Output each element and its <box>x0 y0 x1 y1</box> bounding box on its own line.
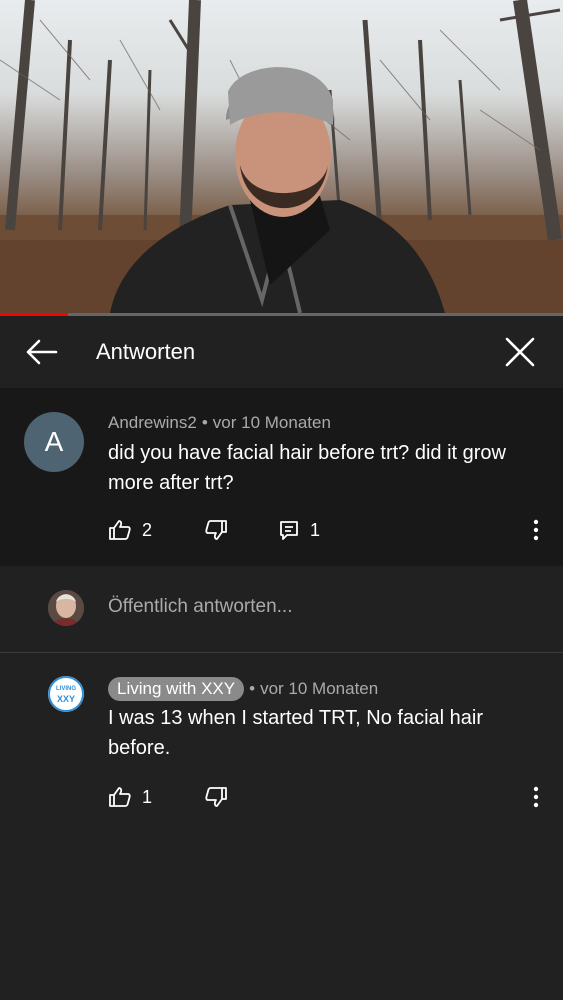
comment-more-button[interactable] <box>524 515 548 545</box>
svg-text:XXY: XXY <box>57 694 75 704</box>
page-title: Antworten <box>96 339 196 364</box>
reply-like-count: 1 <box>142 786 153 807</box>
reply-input-row: Öffentlich antworten... <box>0 566 563 653</box>
more-vertical-icon <box>533 786 539 808</box>
arrow-left-icon <box>26 339 58 365</box>
like-count: 2 <box>142 519 153 540</box>
thumb-up-icon <box>109 520 131 540</box>
original-comment: A Andrewins2 • vor 10 Monaten did you have… <box>0 388 563 566</box>
reply-comment: LIVING XXY Living with XXY • vor 10 Mona… <box>0 653 563 1000</box>
thumb-down-icon <box>205 520 227 540</box>
comment-meta: Andrewins2 • vor 10 Monaten <box>108 412 331 434</box>
comment-time: vor 10 Monaten <box>212 413 331 432</box>
user-avatar-image <box>48 590 84 626</box>
svg-text:LIVING: LIVING <box>56 686 76 692</box>
reply-count-button[interactable]: 1 <box>278 515 320 545</box>
back-button[interactable] <box>22 334 62 370</box>
reply-more-button[interactable] <box>524 782 548 812</box>
user-avatar <box>48 590 84 626</box>
close-button[interactable] <box>500 332 540 372</box>
comment-icon <box>280 521 298 540</box>
meta-separator: • <box>201 413 208 432</box>
more-vertical-icon <box>533 519 539 541</box>
channel-avatar[interactable]: LIVING XXY <box>48 676 84 712</box>
reply-like-button[interactable]: 1 <box>108 782 152 812</box>
avatar[interactable]: A <box>24 412 84 472</box>
comment-text: did you have facial hair before trt? did… <box>108 442 506 494</box>
reply-meta: Living with XXY • vor 10 Monaten <box>108 677 378 701</box>
dislike-button[interactable] <box>204 515 228 545</box>
creator-badge[interactable]: Living with XXY <box>108 677 245 701</box>
meta-separator: • <box>249 679 256 698</box>
video-player[interactable] <box>0 0 563 313</box>
comment-author[interactable]: Andrewins2 <box>108 413 197 432</box>
channel-logo-icon: LIVING XXY <box>48 676 84 712</box>
replies-header: Antworten <box>0 316 563 388</box>
thumb-up-icon <box>109 787 131 807</box>
video-frame <box>0 0 563 313</box>
reply-dislike-button[interactable] <box>204 782 228 812</box>
thumb-down-icon <box>205 787 227 807</box>
reply-input[interactable]: Öffentlich antworten... <box>108 596 292 618</box>
reply-count: 1 <box>310 519 321 540</box>
reply-text: I was 13 when I started TRT, No facial h… <box>108 707 483 759</box>
close-icon <box>505 337 535 367</box>
reply-time: vor 10 Monaten <box>260 679 379 698</box>
like-button[interactable]: 2 <box>108 515 152 545</box>
